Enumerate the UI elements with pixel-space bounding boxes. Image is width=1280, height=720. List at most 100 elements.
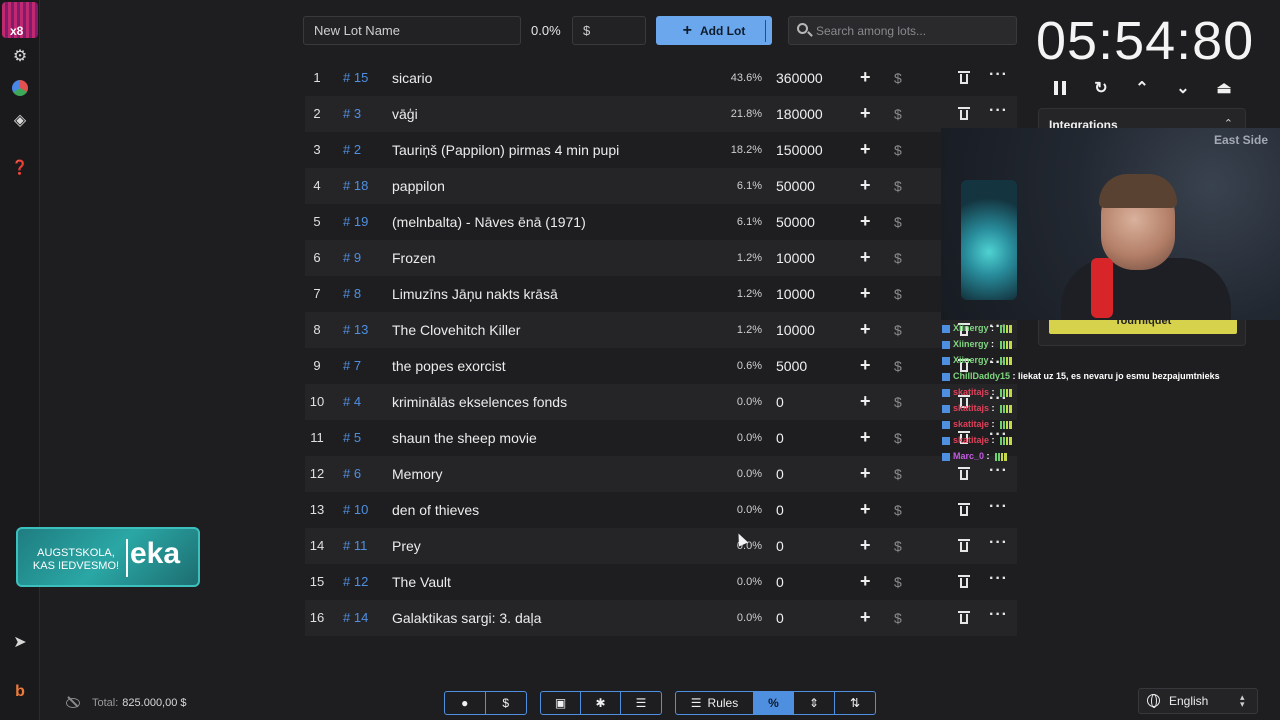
lot-amount[interactable]: 150000 <box>776 142 823 158</box>
lot-name[interactable]: (melnbalta) - Nāves ēnā (1971) <box>392 214 586 230</box>
lot-name[interactable]: Prey <box>392 538 421 554</box>
bug-report-button[interactable]: ✱ <box>581 692 621 714</box>
lot-more-icon[interactable]: ··· <box>989 66 1008 84</box>
new-lot-amount-input[interactable]: $ <box>572 16 646 45</box>
lot-amount[interactable]: 0 <box>776 574 784 590</box>
lot-more-icon[interactable]: ··· <box>989 570 1008 588</box>
lot-name[interactable]: vāģi <box>392 106 418 122</box>
lot-amount[interactable]: 0 <box>776 502 784 518</box>
hide-total-icon[interactable] <box>66 697 80 708</box>
lot-dollar-icon[interactable]: $ <box>894 358 902 374</box>
lot-amount[interactable]: 5000 <box>776 358 807 374</box>
lot-name[interactable]: pappilon <box>392 178 445 194</box>
delete-lot-trash-icon[interactable] <box>958 466 970 480</box>
lot-dollar-icon[interactable]: $ <box>894 250 902 266</box>
lot-dollar-icon[interactable]: $ <box>894 610 902 626</box>
add-to-lot-plus-icon[interactable]: + <box>860 103 871 124</box>
add-to-lot-plus-icon[interactable]: + <box>860 139 871 160</box>
lot-name[interactable]: The Vault <box>392 574 451 590</box>
add-to-lot-plus-icon[interactable]: + <box>860 175 871 196</box>
add-to-lot-plus-icon[interactable]: + <box>860 391 871 412</box>
delete-lot-trash-icon[interactable] <box>958 574 970 588</box>
add-to-lot-plus-icon[interactable]: + <box>860 211 871 232</box>
add-to-lot-plus-icon[interactable]: + <box>860 67 871 88</box>
boosty-icon[interactable]: b <box>10 682 30 702</box>
lot-dollar-icon[interactable]: $ <box>894 538 902 554</box>
search-input[interactable]: Search among lots... <box>788 16 1017 45</box>
lot-name[interactable]: Limuzīns Jāņu nakts krāsā <box>392 286 558 302</box>
lot-more-icon[interactable]: ··· <box>989 102 1008 120</box>
lot-dollar-icon[interactable]: $ <box>894 214 902 230</box>
pause-button[interactable] <box>1048 77 1072 99</box>
settings-gear-icon[interactable]: ⚙ <box>10 46 30 66</box>
add-to-lot-plus-icon[interactable]: + <box>860 535 871 556</box>
add-to-lot-plus-icon[interactable]: + <box>860 607 871 628</box>
lot-dollar-icon[interactable]: $ <box>894 178 902 194</box>
lot-dollar-icon[interactable]: $ <box>894 106 902 122</box>
add-to-lot-plus-icon[interactable]: + <box>860 283 871 304</box>
lot-amount[interactable]: 0 <box>776 466 784 482</box>
new-lot-name-input[interactable]: New Lot Name <box>303 16 521 45</box>
lot-more-icon[interactable]: ··· <box>989 534 1008 552</box>
lot-amount[interactable]: 0 <box>776 430 784 446</box>
reset-button[interactable]: ↻ <box>1089 77 1113 99</box>
lot-dollar-icon[interactable]: $ <box>894 70 902 86</box>
github-button[interactable]: ● <box>445 692 486 714</box>
lot-name[interactable]: Memory <box>392 466 443 482</box>
lot-dollar-icon[interactable]: $ <box>894 286 902 302</box>
donate-button[interactable]: $ <box>486 692 527 714</box>
lot-amount[interactable]: 360000 <box>776 70 823 86</box>
telegram-icon[interactable]: ➤ <box>10 632 30 652</box>
lot-amount[interactable]: 180000 <box>776 106 823 122</box>
delete-lot-trash-icon[interactable] <box>958 502 970 516</box>
rules-button[interactable]: ☰ Rules <box>676 692 754 714</box>
lot-name[interactable]: the popes exorcist <box>392 358 506 374</box>
percent-toggle[interactable]: % <box>754 692 794 714</box>
add-to-lot-plus-icon[interactable]: + <box>860 427 871 448</box>
add-to-lot-plus-icon[interactable]: + <box>860 463 871 484</box>
sort-toggle[interactable]: ⇅ <box>835 692 875 714</box>
lot-dollar-icon[interactable]: $ <box>894 322 902 338</box>
lot-amount[interactable]: 10000 <box>776 286 815 302</box>
lot-amount[interactable]: 0 <box>776 538 784 554</box>
delete-lot-trash-icon[interactable] <box>958 70 970 84</box>
lot-name[interactable]: den of thieves <box>392 502 479 518</box>
timer-double-up-button[interactable]: ⏏ <box>1212 77 1236 99</box>
add-to-lot-plus-icon[interactable]: + <box>860 319 871 340</box>
lot-dollar-icon[interactable]: $ <box>894 466 902 482</box>
lot-name[interactable]: Tauriņš (Pappilon) pirmas 4 min pupi <box>392 142 619 158</box>
app-logo[interactable]: x8 <box>2 2 38 38</box>
add-to-lot-plus-icon[interactable]: + <box>860 571 871 592</box>
lot-dollar-icon[interactable]: $ <box>894 394 902 410</box>
lot-name[interactable]: kriminālās ekselences fonds <box>392 394 567 410</box>
lot-name[interactable]: sicario <box>392 70 432 86</box>
lot-amount[interactable]: 0 <box>776 610 784 626</box>
clear-lots-button[interactable]: ☰ <box>621 692 661 714</box>
lot-dollar-icon[interactable]: $ <box>894 430 902 446</box>
add-to-lot-plus-icon[interactable]: + <box>860 499 871 520</box>
add-to-lot-plus-icon[interactable]: + <box>860 355 871 376</box>
timer-up-button[interactable]: ⌃ <box>1130 77 1154 99</box>
lot-name[interactable]: shaun the sheep movie <box>392 430 537 446</box>
lot-amount[interactable]: 10000 <box>776 250 815 266</box>
save-button[interactable]: ▣ <box>541 692 581 714</box>
compact-toggle[interactable]: ⇕ <box>794 692 835 714</box>
lot-amount[interactable]: 50000 <box>776 178 815 194</box>
delete-lot-trash-icon[interactable] <box>958 106 970 120</box>
delete-lot-trash-icon[interactable] <box>958 610 970 624</box>
lot-name[interactable]: The Clovehitch Killer <box>392 322 520 338</box>
lot-name[interactable]: Galaktikas sargi: 3. daļa <box>392 610 541 626</box>
lot-more-icon[interactable]: ··· <box>989 462 1008 480</box>
lot-dollar-icon[interactable]: $ <box>894 142 902 158</box>
lot-more-icon[interactable]: ··· <box>989 606 1008 624</box>
lot-more-icon[interactable]: ··· <box>989 498 1008 516</box>
help-icon[interactable]: ❓ <box>10 157 30 177</box>
lot-amount[interactable]: 0 <box>776 394 784 410</box>
add-to-lot-plus-icon[interactable]: + <box>860 247 871 268</box>
add-lot-button[interactable]: + Add Lot <box>656 16 772 45</box>
lot-amount[interactable]: 10000 <box>776 322 815 338</box>
delete-lot-trash-icon[interactable] <box>958 538 970 552</box>
stats-pie-icon[interactable] <box>10 78 30 98</box>
lot-name[interactable]: Frozen <box>392 250 436 266</box>
lot-dollar-icon[interactable]: $ <box>894 574 902 590</box>
